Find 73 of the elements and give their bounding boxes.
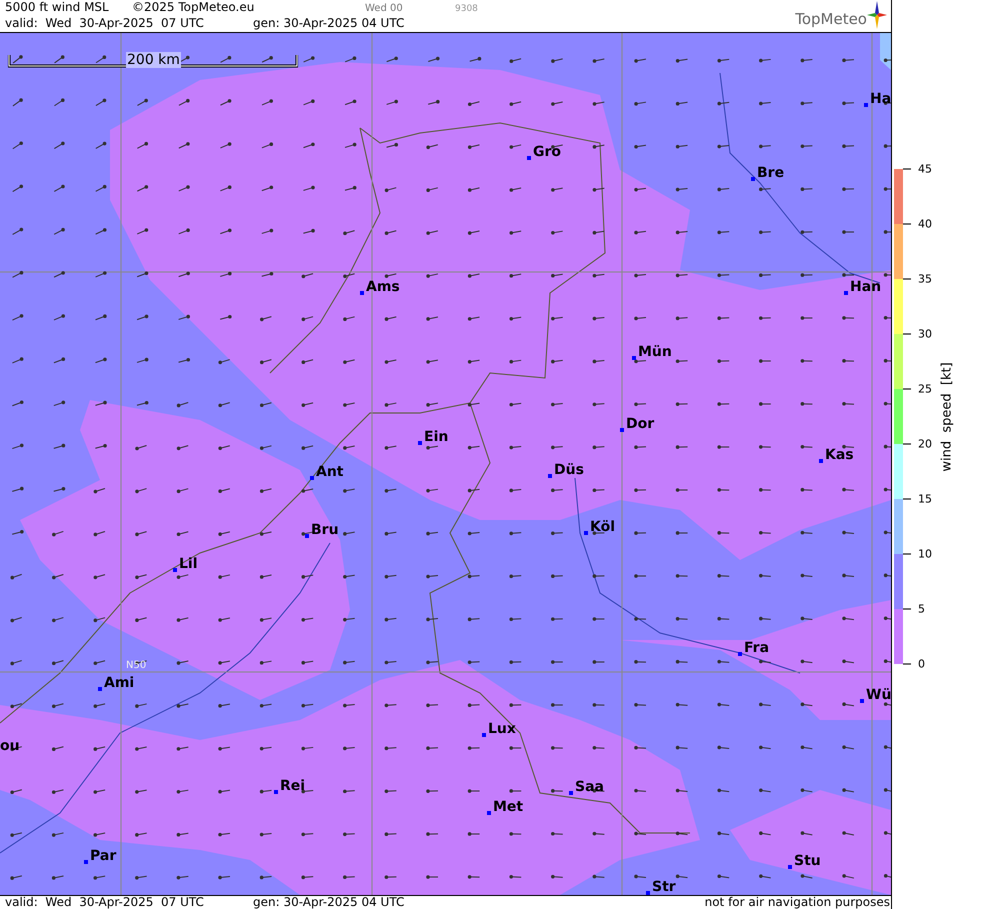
city-label: Gro (533, 145, 562, 159)
city-marker (646, 891, 650, 895)
city-label: Fra (744, 641, 770, 655)
city-label: Str (652, 880, 676, 894)
city-marker (98, 687, 102, 691)
city-label: Ha (870, 92, 891, 106)
city-marker (632, 356, 636, 360)
city-label: Dor (626, 417, 654, 431)
city-label: Ams (366, 280, 400, 294)
city-marker (864, 103, 868, 107)
city-marker (274, 790, 278, 794)
logo-text: TopMeteo (795, 10, 867, 28)
city-marker (173, 568, 177, 572)
scale-label: 200 km (126, 52, 181, 68)
city-label: Köl (590, 520, 616, 534)
city-marker (305, 534, 309, 538)
city-label: Stu (794, 854, 821, 868)
tick-label: 25 (903, 382, 932, 396)
axis-label: wind speed [kt] (940, 362, 954, 472)
city-marker (527, 156, 531, 160)
city-label: Saa (575, 780, 604, 794)
disclaimer-text: not for air navigation purposes (704, 896, 891, 909)
city-label: Mün (638, 345, 672, 359)
city-marker (788, 865, 792, 869)
city-marker (548, 474, 552, 478)
tick-label: 20 (903, 438, 932, 450)
city-marker (482, 733, 486, 737)
city-label: Bre (757, 166, 784, 180)
tick-label: 10 (903, 548, 932, 560)
city-label: Par (90, 849, 116, 863)
city-label: Ant (316, 465, 344, 479)
city-marker (751, 177, 755, 181)
city-label: Kas (825, 448, 854, 462)
map-title: 5000 ft wind MSL (5, 0, 110, 14)
city-label: ou (0, 739, 20, 753)
generated-time: gen: 30-Apr-2025 04 UTC (253, 896, 404, 909)
city-marker (584, 531, 588, 535)
city-marker (738, 652, 742, 656)
city-label: Ami (104, 676, 134, 690)
valid-time: valid: Wed 30-Apr-2025 07 UTC (5, 896, 205, 909)
city-label: Düs (554, 463, 584, 477)
tick-label: 5 (903, 602, 925, 616)
code-label: 9308 (455, 4, 478, 14)
city-marker (569, 791, 573, 795)
tick-label: 15 (903, 492, 932, 506)
city-marker (487, 811, 491, 815)
city-label: Ein (424, 430, 448, 444)
run-label: Wed 00 (365, 3, 404, 14)
city-marker (819, 459, 823, 463)
copyright-text: ©2025 TopMeteo.eu (132, 0, 256, 14)
compass-star-icon (867, 1, 887, 29)
city-marker (860, 699, 864, 703)
city-marker (418, 441, 422, 445)
valid-time: valid: Wed 30-Apr-2025 07 UTC (5, 16, 205, 30)
city-marker (310, 476, 314, 480)
tick-label: 35 (903, 272, 932, 286)
city-label: Han (850, 280, 882, 294)
city-label: Rei (280, 779, 306, 793)
city-label: Lux (488, 722, 516, 736)
city-marker (620, 428, 624, 432)
city-label: Lil (179, 557, 198, 571)
generated-time: gen: 30-Apr-2025 04 UTC (253, 16, 404, 30)
tick-label: 40 (903, 218, 932, 230)
tick-label: 30 (903, 328, 932, 340)
city-label: Met (493, 800, 524, 814)
latitude-label: N50 (126, 660, 146, 671)
city-label: Wü (866, 688, 891, 702)
tick-label: 0 (903, 658, 925, 670)
city-marker (84, 860, 88, 864)
city-marker (360, 291, 364, 295)
city-marker (844, 291, 848, 295)
city-label: Bru (311, 523, 339, 537)
tick-label: 45 (903, 162, 932, 176)
